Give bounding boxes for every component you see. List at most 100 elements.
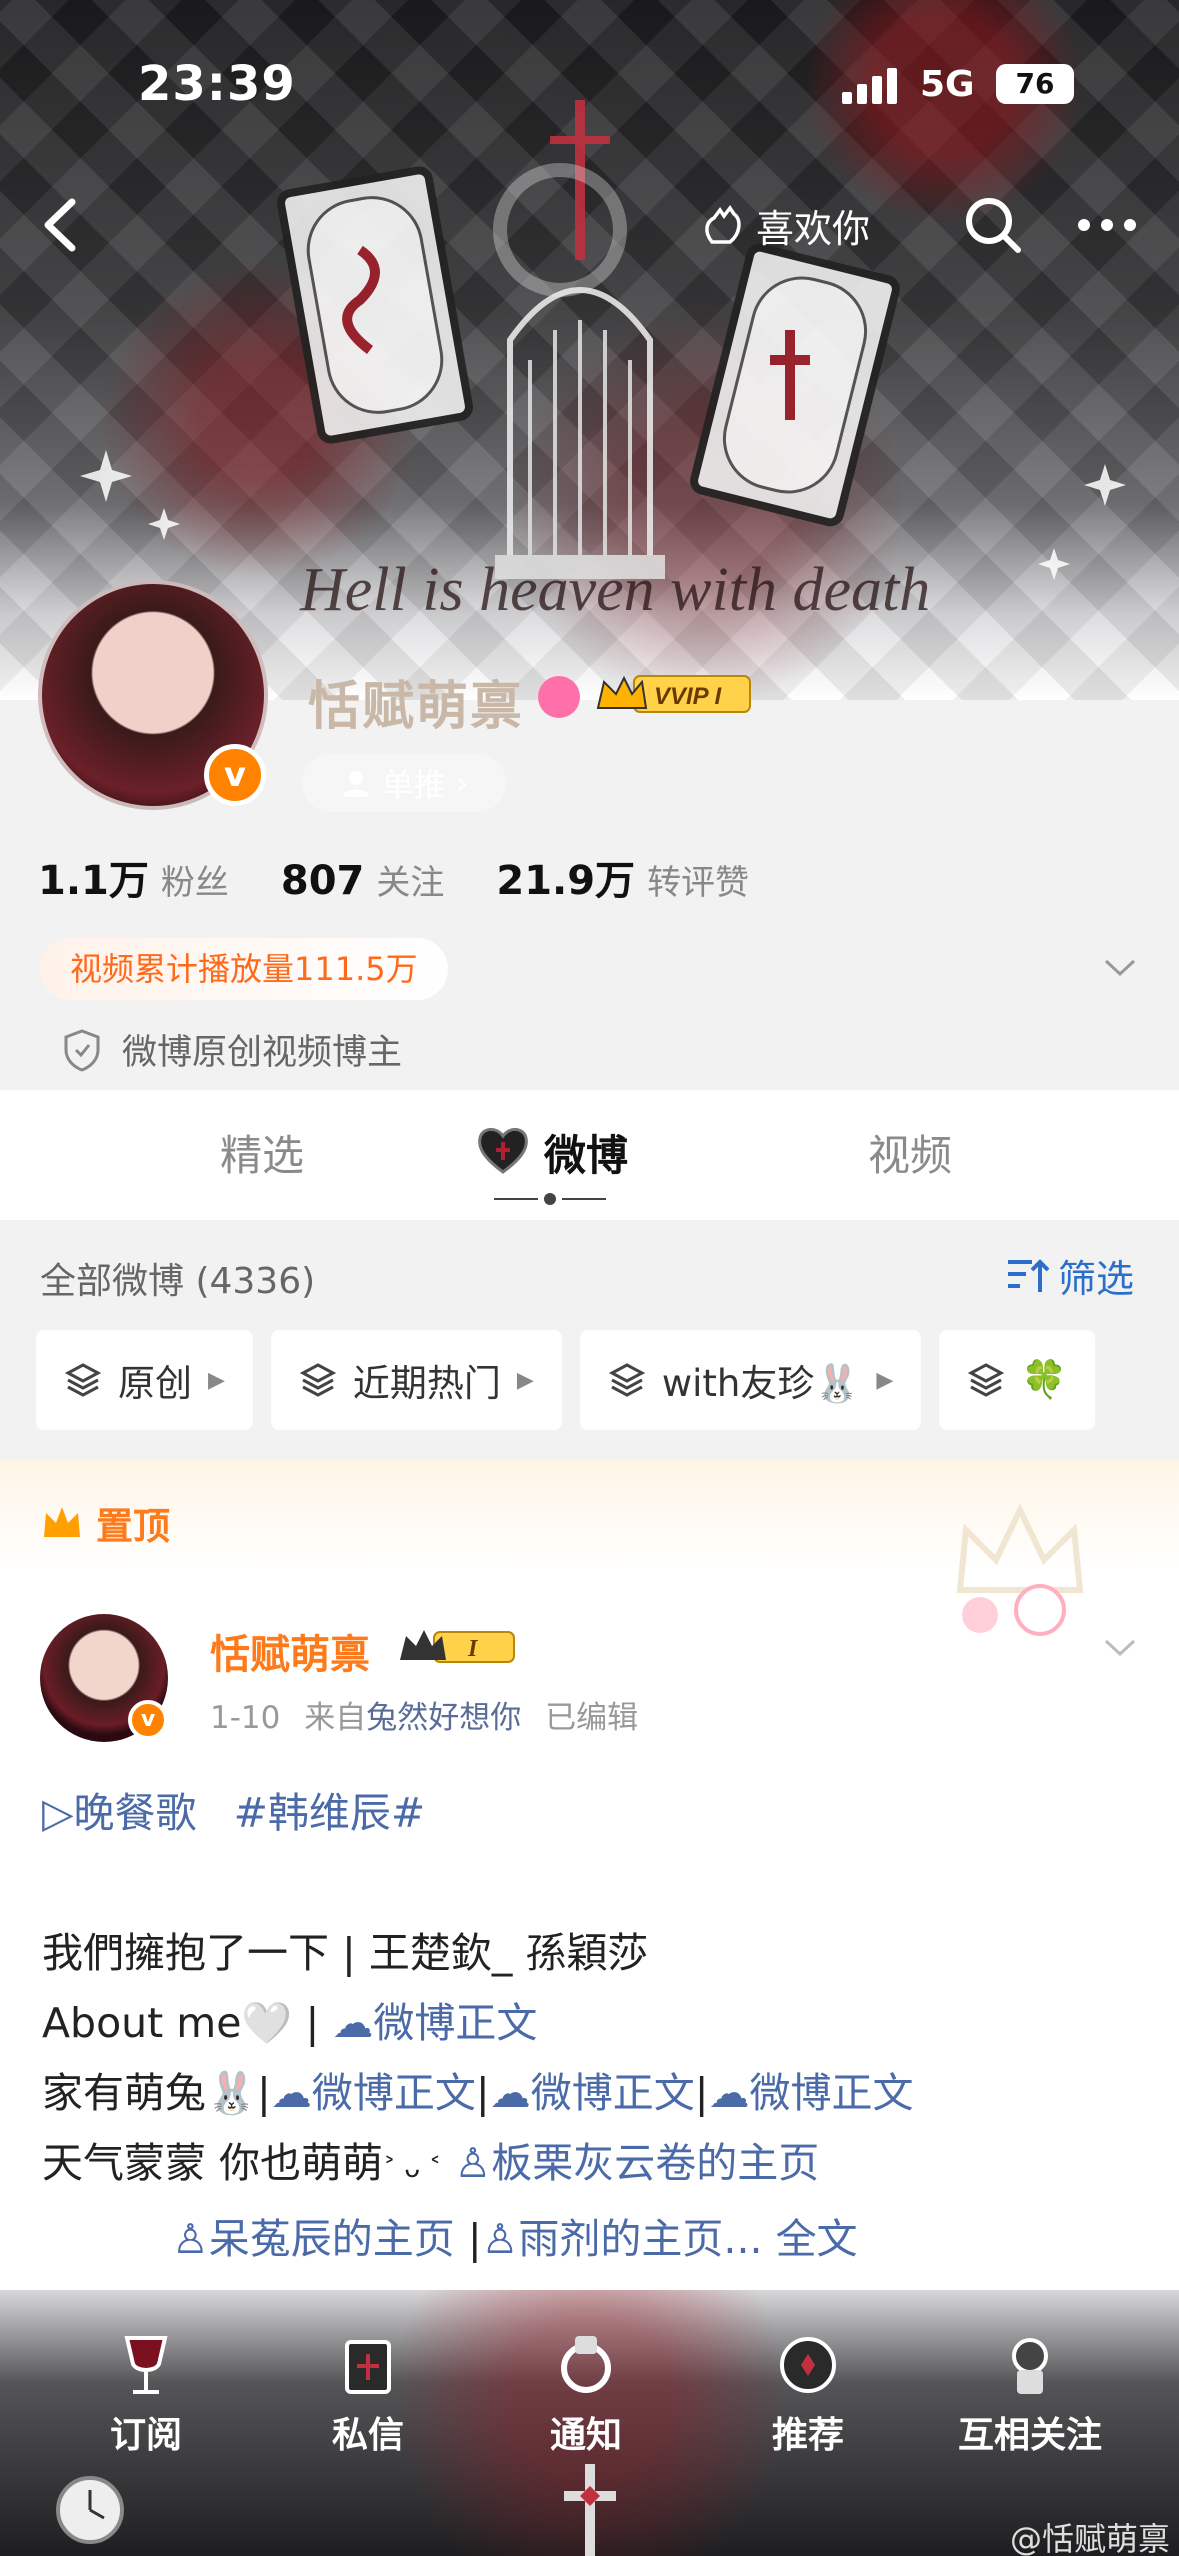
layers-icon bbox=[968, 1363, 1005, 1397]
profile-link-c[interactable]: ♙雨剂的主页... bbox=[482, 2215, 763, 2263]
chip-label: with友珍🐰 bbox=[661, 1362, 861, 1405]
filter-label: 筛选 bbox=[1058, 1257, 1135, 1301]
cloud-icon: ☁ bbox=[270, 2069, 312, 2117]
post-meta: 1-10 来自兔然好想你 已编辑 bbox=[210, 1692, 638, 1737]
cross-ornament-icon bbox=[564, 2464, 616, 2556]
fan-tag-button[interactable]: 单推 › bbox=[302, 754, 506, 812]
post-line-1: 我們擁抱了一下 | 王楚欽_ 孫穎莎 bbox=[42, 1929, 649, 1977]
post-line-3: 家有萌兔🐰|☁微博正文|☁微博正文|☁微博正文 bbox=[42, 2058, 1142, 2128]
battery-indicator: 76 bbox=[996, 64, 1074, 104]
user-icon bbox=[342, 771, 369, 797]
nav-mutual-follow[interactable]: 互相关注 bbox=[940, 2330, 1120, 2458]
post-line-5: ♙呆菟辰的主页 |♙雨剂的主页... 全文 bbox=[42, 2204, 1142, 2274]
crown-decoration-icon bbox=[956, 1503, 1084, 1636]
svg-text:VVIP I: VVIP I bbox=[654, 683, 722, 710]
separator: | bbox=[475, 2069, 490, 2117]
stat-following[interactable]: 807 关注 bbox=[281, 855, 445, 904]
profile-link-b-label: 呆菟辰的主页 bbox=[208, 2215, 455, 2263]
chip-recent-hot[interactable]: 近期热门 ▶ bbox=[270, 1330, 562, 1430]
filter-button[interactable]: 筛选 bbox=[1006, 1248, 1134, 1303]
profile-avatar-container[interactable]: v bbox=[38, 580, 268, 810]
nav-messages[interactable]: 私信 bbox=[278, 2330, 458, 2458]
goblet-icon bbox=[124, 2336, 168, 2394]
tab-weibo[interactable]: 微博 bbox=[544, 1122, 628, 1183]
fan-tag-label: 单推 bbox=[381, 766, 446, 804]
post-body: ▷晚餐歌 #韩维辰# 我們擁抱了一下 | 王楚欽_ 孫穎莎 About me🤍 … bbox=[42, 1778, 1142, 2274]
stat-followers[interactable]: 1.1万 粉丝 bbox=[38, 848, 229, 906]
cloud-icon: ☁ bbox=[489, 2069, 531, 2117]
more-options-icon[interactable] bbox=[1072, 190, 1142, 260]
separator: | bbox=[467, 2215, 482, 2263]
verified-badge-icon: v bbox=[204, 744, 266, 806]
rose-bottle-icon bbox=[1012, 2338, 1048, 2394]
tab-video[interactable]: 视频 bbox=[868, 1122, 952, 1183]
post-edited: 已编辑 bbox=[545, 1700, 639, 1736]
cloud-icon: ☁ bbox=[708, 2069, 750, 2117]
profile-link-a[interactable]: ♙板栗灰云卷的主页 bbox=[455, 2139, 820, 2187]
stat-value: 1.1万 bbox=[38, 858, 149, 904]
back-arrow-icon[interactable] bbox=[30, 190, 90, 260]
bottom-navigation: 订阅 私信 通知 推荐 互相关注 bbox=[0, 2290, 1179, 2556]
nav-notifications[interactable]: 通知 bbox=[496, 2330, 676, 2458]
creator-badge[interactable]: 微博原创视频博主 bbox=[62, 1024, 402, 1075]
pocket-watch-icon bbox=[56, 2476, 124, 2544]
weibo-text-link[interactable]: ☁微博正文 bbox=[332, 1999, 537, 2047]
hashtag-link[interactable]: #韩维辰# bbox=[234, 1789, 426, 1837]
post-line-4: 天气蒙蒙 你也萌萌˃ ᴗ ˂ ♙板栗灰云卷的主页 bbox=[42, 2128, 1142, 2204]
hand-heart-icon bbox=[705, 204, 741, 244]
post-date: 1-10 bbox=[210, 1700, 281, 1736]
song-link[interactable]: ▷晚餐歌 bbox=[42, 1789, 197, 1837]
tab-featured[interactable]: 精选 bbox=[220, 1122, 304, 1183]
user-outline-icon: ♙ bbox=[172, 2215, 209, 2263]
stat-label: 转评赞 bbox=[647, 863, 750, 903]
layers-icon bbox=[608, 1363, 646, 1397]
profile-link-a-label: 板栗灰云卷的主页 bbox=[491, 2139, 820, 2187]
post-source-link[interactable]: 兔然好想你 bbox=[366, 1700, 521, 1736]
chip-clover[interactable]: 🍀 bbox=[939, 1330, 1096, 1430]
chevron-down-icon[interactable] bbox=[1102, 956, 1138, 980]
weibo-text-link[interactable]: ☁微博正文 bbox=[709, 2069, 914, 2117]
user-outline-icon: ♙ bbox=[454, 2139, 492, 2187]
post-line-2: About me🤍 | ☁微博正文 bbox=[42, 1988, 1142, 2058]
vvip-badge[interactable]: VVIP I bbox=[594, 672, 754, 716]
like-you-button[interactable]: 喜欢你 bbox=[700, 190, 870, 260]
profile-stats: 1.1万 粉丝 807 关注 21.9万 转评赞 bbox=[38, 848, 749, 906]
profile-link-c-label: 雨剂的主页... bbox=[518, 2215, 763, 2263]
creator-badge-label: 微博原创视频博主 bbox=[122, 1033, 403, 1073]
layers-icon bbox=[299, 1363, 337, 1397]
status-bar: 23:39 5G 76 bbox=[0, 50, 1179, 120]
chip-arrow-icon: ▶ bbox=[876, 1367, 894, 1393]
nav-label: 通知 bbox=[549, 2415, 622, 2456]
profile-username: 恬赋萌禀 bbox=[308, 677, 525, 737]
stat-label: 粉丝 bbox=[160, 863, 229, 903]
separator: | bbox=[694, 2069, 709, 2117]
post-author-name[interactable]: 恬赋萌禀 bbox=[210, 1622, 370, 1680]
stat-label: 关注 bbox=[376, 863, 445, 903]
full-text-link[interactable]: 全文 bbox=[776, 2215, 858, 2263]
chip-original[interactable]: 原创 ▶ bbox=[36, 1330, 253, 1430]
ring-icon bbox=[561, 2336, 611, 2393]
weibo-text-link[interactable]: ☁微博正文 bbox=[490, 2069, 695, 2117]
post-line-4-text: 天气蒙蒙 你也萌萌 bbox=[42, 2139, 384, 2187]
chevron-down-icon[interactable] bbox=[1102, 1636, 1138, 1660]
search-icon[interactable] bbox=[958, 190, 1028, 260]
status-time: 23:39 bbox=[138, 56, 296, 112]
nav-subscribe[interactable]: 订阅 bbox=[56, 2330, 236, 2458]
weibo-text-label: 微博正文 bbox=[311, 2069, 476, 2117]
chip-label: 🍀 bbox=[1021, 1358, 1068, 1401]
nav-recommend[interactable]: 推荐 bbox=[718, 2330, 898, 2458]
post-line-3-text: 家有萌兔🐰| bbox=[42, 2069, 271, 2117]
mirror-icon bbox=[780, 2337, 836, 2393]
nav-label: 订阅 bbox=[109, 2415, 182, 2456]
chip-with-friend[interactable]: with友珍🐰 ▶ bbox=[579, 1330, 922, 1430]
shield-icon bbox=[64, 1028, 100, 1072]
profile-link-b[interactable]: ♙呆菟辰的主页 bbox=[172, 2215, 455, 2263]
stat-interactions[interactable]: 21.9万 转评赞 bbox=[496, 848, 749, 906]
category-chips: 原创 ▶ 近期热门 ▶ with友珍🐰 ▶ 🍀 bbox=[36, 1330, 1096, 1430]
network-type: 5G bbox=[920, 64, 975, 105]
weibo-text-link[interactable]: ☁微博正文 bbox=[271, 2069, 476, 2117]
book-icon bbox=[345, 2340, 391, 2394]
weibo-text-label: 微博正文 bbox=[373, 1999, 538, 2047]
chip-arrow-icon: ▶ bbox=[516, 1367, 534, 1393]
weibo-text-label: 微博正文 bbox=[530, 2069, 695, 2117]
